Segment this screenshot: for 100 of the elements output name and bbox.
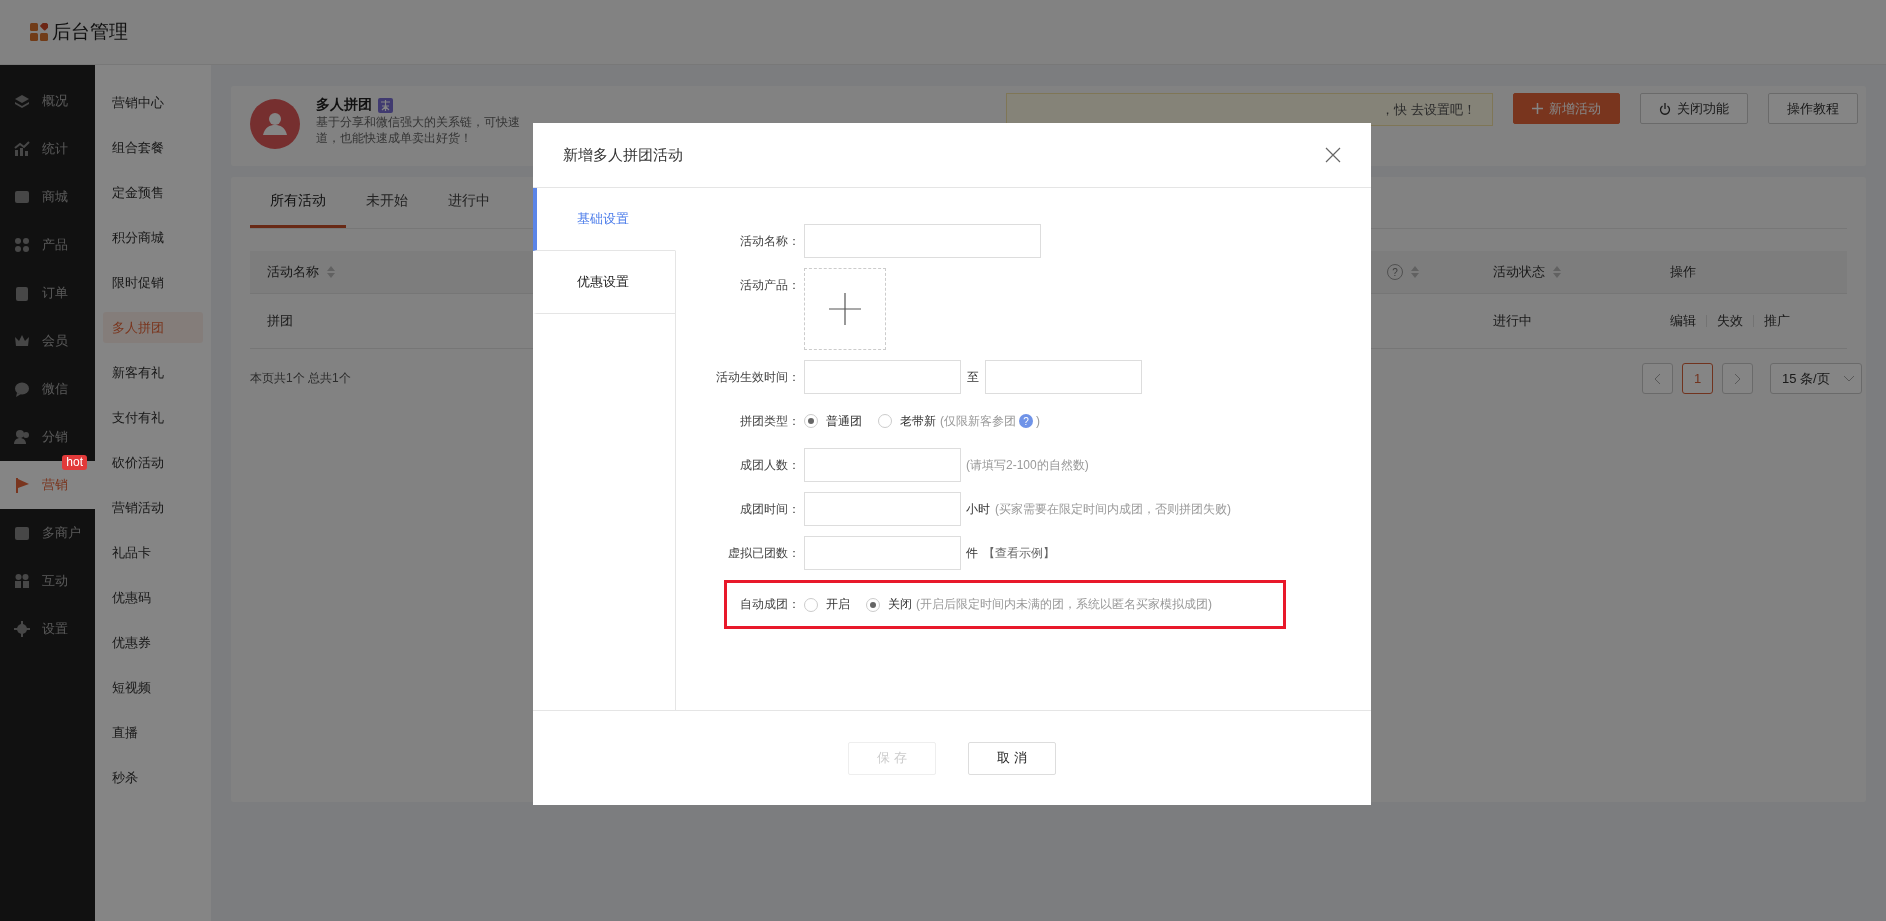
hint-text: (请填写2-100的自然数) (966, 456, 1089, 474)
upload-button[interactable] (804, 268, 886, 350)
submenu-item[interactable]: 砍价活动 (103, 440, 203, 485)
field-label: 虚拟已团数： (727, 544, 801, 562)
people-icon (14, 573, 30, 589)
column-header: 操作 (1670, 263, 1696, 281)
start-date-field[interactable] (804, 360, 961, 394)
tutorial-button[interactable]: 操作教程 (1768, 93, 1858, 124)
column-header: 活动名称 (267, 263, 319, 281)
field-label: 活动名称： (739, 232, 801, 250)
example-link[interactable]: 【查看示例】 (983, 544, 1055, 562)
app-title: 后台管理 (52, 20, 128, 44)
hint-text: ) (1036, 414, 1040, 428)
chart-icon (14, 141, 30, 157)
cancel-button[interactable]: 取 消 (968, 741, 1056, 775)
tab[interactable]: 进行中 (428, 177, 510, 228)
logo-icon (30, 23, 48, 41)
radio-option[interactable]: 开启 (804, 596, 850, 613)
radio-option[interactable]: 普通团 (804, 412, 862, 430)
range-separator: 至 (967, 368, 979, 386)
action-link[interactable]: 编辑 (1670, 312, 1696, 330)
submenu-item[interactable]: 优惠券 (103, 620, 203, 665)
field-label: 拼团类型： (739, 412, 801, 430)
submenu-item[interactable]: 支付有礼 (103, 395, 203, 440)
submenu-item[interactable]: 礼品卡 (103, 530, 203, 575)
notice-text: ，快 去设置吧！ (1381, 100, 1476, 119)
plus-icon (1532, 103, 1543, 114)
submenu-item[interactable]: 短视频 (103, 665, 203, 710)
sort-icon[interactable] (1553, 266, 1561, 278)
submenu-item[interactable]: 限时促销 (103, 260, 203, 305)
submenu-item[interactable]: 积分商城 (103, 215, 203, 260)
settings-tab[interactable]: 基础设置 (533, 188, 676, 251)
radio-option[interactable]: 老带新 (878, 412, 936, 430)
page-button[interactable]: 1 (1682, 363, 1713, 394)
layers-icon (14, 93, 30, 109)
submenu-item[interactable]: 秒杀 (103, 755, 203, 800)
submenu-item[interactable]: 营销中心 (103, 80, 203, 125)
submenu-item[interactable]: 定金预售 (103, 170, 203, 215)
input-field[interactable] (804, 448, 961, 482)
add-activity-button[interactable]: 新增活动 (1513, 93, 1620, 124)
plus-icon (829, 293, 861, 325)
next-page-button[interactable] (1722, 363, 1753, 394)
sidebar-item[interactable]: 微信 (0, 365, 95, 413)
submenu-item[interactable]: 新客有礼 (103, 350, 203, 395)
tab[interactable]: 未开始 (346, 177, 428, 228)
hint-text: (仅限新客参团 (940, 412, 1016, 430)
end-date-field[interactable] (985, 360, 1142, 394)
sidebar-item[interactable]: 订单 (0, 269, 95, 317)
hint-text: (买家需要在限定时间内成团，否则拼团失败) (995, 500, 1231, 518)
badge-icon (378, 97, 393, 113)
description-text: 道，也能快速成单卖出好货！ (316, 130, 473, 146)
action-link[interactable]: 推广 (1764, 312, 1790, 330)
avatar-icon (250, 99, 300, 149)
field-label: 成团时间： (739, 500, 801, 518)
help-icon[interactable]: ? (1019, 414, 1033, 428)
power-icon (1659, 102, 1671, 115)
sort-icon[interactable] (1411, 266, 1419, 278)
settings-tab[interactable]: 优惠设置 (533, 251, 676, 314)
sidebar-item[interactable]: 概况 (0, 77, 95, 125)
field-label: 自动成团： (740, 596, 801, 613)
field-label: 活动生效时间： (715, 368, 801, 386)
input-field[interactable] (804, 224, 1041, 258)
user-icon (14, 429, 30, 445)
sidebar-item[interactable]: 互动 (0, 557, 95, 605)
hot-badge: hot (62, 455, 87, 470)
unit-label: 件 (966, 544, 978, 562)
sidebar-item[interactable]: 产品 (0, 221, 95, 269)
chat-icon (14, 381, 30, 397)
tab[interactable]: 所有活动 (250, 177, 346, 228)
input-field[interactable] (804, 492, 961, 526)
sidebar-item[interactable]: 会员 (0, 317, 95, 365)
flag-icon (14, 477, 30, 493)
table-cell-text: 进行中 (1493, 312, 1533, 330)
sort-icon[interactable] (327, 266, 335, 278)
page-title: 多人拼团 (316, 96, 372, 114)
sidebar-item[interactable]: 设置 (0, 605, 95, 653)
table-cell-text: 拼团 (267, 312, 294, 330)
input-field[interactable] (804, 536, 961, 570)
column-header: 活动状态 (1493, 263, 1545, 281)
radio-option[interactable]: 关闭 (866, 596, 912, 613)
disable-feature-button[interactable]: 关闭功能 (1640, 93, 1748, 124)
field-label: 成团人数： (739, 456, 801, 474)
submenu-item[interactable]: 营销活动 (103, 485, 203, 530)
submenu-item[interactable]: 组合套餐 (103, 125, 203, 170)
submenu-item[interactable]: 优惠码 (103, 575, 203, 620)
prev-page-button[interactable] (1642, 363, 1673, 394)
sidebar-item[interactable]: 统计 (0, 125, 95, 173)
page-size-select[interactable]: 15 条/页 (1770, 363, 1862, 394)
description-text: 基于分享和微信强大的关系链，可快速 (316, 114, 521, 130)
submenu-item[interactable]: 直播 (103, 710, 203, 755)
crown-icon (14, 333, 30, 349)
chevron-right-icon (1734, 372, 1741, 385)
sidebar-item[interactable]: 商城 (0, 173, 95, 221)
field-label: 活动产品： (739, 277, 801, 294)
hint-text: (开启后限定时间内未满的团，系统以匿名买家模拟成团) (916, 596, 1212, 613)
close-icon[interactable] (1325, 147, 1341, 163)
summary-text: 本页共1个 总共1个 (250, 370, 351, 387)
chevron-down-icon (1843, 375, 1855, 382)
action-link[interactable]: 失效 (1717, 312, 1743, 330)
sidebar-item[interactable]: 多商户 (0, 509, 95, 557)
